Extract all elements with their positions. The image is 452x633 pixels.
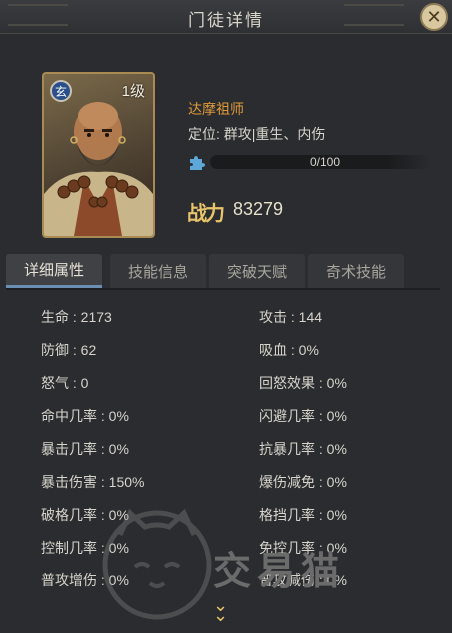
watermark-text: 交易猫 bbox=[213, 551, 346, 593]
stat-dodge-rate: 闪避几率 : 0% bbox=[259, 408, 347, 424]
combat-power-icon: 战力 bbox=[187, 201, 225, 225]
hero-type-badge: 玄 bbox=[50, 80, 72, 102]
tab-special-skill[interactable]: 奇术技能 bbox=[308, 254, 404, 288]
stat-hit-rate: 命中几率 : 0% bbox=[41, 408, 129, 424]
stat-crit-damage-reduction: 爆伤减免 : 0% bbox=[259, 474, 347, 490]
title-bar: 门徒详情 ✕ bbox=[0, 0, 452, 34]
tabs-divider bbox=[6, 288, 440, 290]
exp-progress-text: 0/100 bbox=[310, 155, 341, 169]
tab-skill-info[interactable]: 技能信息 bbox=[110, 254, 206, 288]
combat-power-value: 83279 bbox=[233, 199, 284, 219]
stat-lifesteal: 吸血 : 0% bbox=[259, 342, 319, 358]
stat-crit-rate: 暴击几率 : 0% bbox=[41, 441, 129, 457]
stat-rage-regen: 回怒效果 : 0% bbox=[259, 375, 347, 391]
close-icon: ✕ bbox=[426, 6, 442, 27]
stat-rage: 怒气 : 0 bbox=[41, 375, 89, 391]
stat-crit-damage: 暴击伤害 : 150% bbox=[41, 474, 145, 490]
tab-detail-attributes[interactable]: 详细属性 bbox=[6, 254, 102, 288]
tab-breakthrough-talent[interactable]: 突破天赋 bbox=[209, 254, 305, 288]
hero-role: 定位: 群攻|重生、内伤 bbox=[188, 126, 326, 142]
close-button[interactable]: ✕ bbox=[420, 3, 448, 31]
hero-level: 1级 bbox=[121, 83, 145, 100]
stat-defense: 防御 : 62 bbox=[41, 342, 97, 358]
lattice-ornament-right bbox=[344, 4, 404, 26]
detail-tabs: 详细属性 技能信息 突破天赋 奇术技能 bbox=[6, 254, 446, 290]
detail-panel: 门徒详情 ✕ 玄 1级 达摩祖师 定位: 群攻|重生、内伤 0/100 战力 8… bbox=[0, 0, 452, 633]
hero-portrait[interactable]: 玄 1级 bbox=[42, 72, 155, 238]
puzzle-piece-icon bbox=[190, 156, 205, 170]
double-chevron-down-icon[interactable]: ⌄ ⌄ bbox=[213, 596, 228, 624]
hero-name: 达摩祖师 bbox=[188, 101, 244, 117]
stat-hp: 生命 : 2173 bbox=[41, 309, 112, 325]
stat-attack: 攻击 : 144 bbox=[259, 309, 323, 325]
stat-crit-resist: 抗暴几率 : 0% bbox=[259, 441, 347, 457]
